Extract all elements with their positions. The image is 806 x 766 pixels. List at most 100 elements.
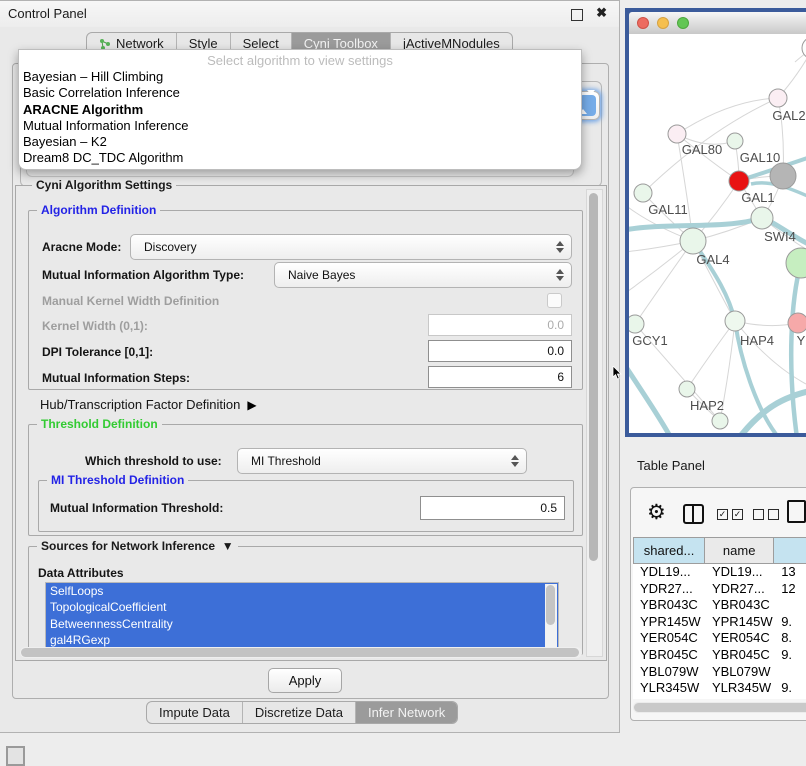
data-attributes-list[interactable]: SelfLoopsTopologicalCoefficientBetweenne… [45,582,559,650]
table-row[interactable]: YLR345WYLR345W9. [633,680,806,697]
network-node[interactable] [629,315,644,333]
network-node[interactable] [712,413,728,429]
dropdown-item[interactable]: Mutual Information Inference [19,118,581,134]
table-row[interactable]: YPR145WYPR145W9. [633,614,806,631]
dropdown-item[interactable]: Bayesian – K2 [19,134,581,150]
table-column-header[interactable]: shared... [633,537,705,564]
network-graph[interactable]: GAL2GAL80GAL10GAL1GAL11SWI4GAL4GCY1HAP4Y… [629,34,806,433]
expanded-arrow-icon[interactable]: ▼ [218,539,233,553]
dropdown-item[interactable]: Dream8 DC_TDC Algorithm [19,150,581,166]
sources-title[interactable]: Sources for Network Inference ▼ [37,539,238,553]
tab-label: Infer Network [368,705,445,720]
network-edge[interactable] [629,364,671,433]
attributes-list-scrollbar[interactable] [545,584,557,648]
mi-steps-field[interactable]: 6 [428,366,572,388]
attribute-list-item[interactable]: gal4RGexp [46,632,558,648]
close-icon[interactable]: ✖ [596,6,607,20]
dpi-tolerance-field[interactable]: 0.0 [428,340,572,362]
network-edge[interactable] [635,241,693,324]
table-panel: ⚙ ✓✓ shared...name YDL19...YDL19...13YDR… [630,487,806,721]
document-icon[interactable] [787,500,806,523]
table-horizontal-scrollbar[interactable] [633,702,806,713]
network-node[interactable] [679,381,695,397]
dropdown-item[interactable]: Basic Correlation Inference [19,85,581,101]
network-node[interactable] [725,311,745,331]
table-cell: 9. [774,647,806,664]
network-node[interactable] [634,184,652,202]
table-row[interactable]: YBR043CYBR043C [633,597,806,614]
mi-steps-label: Mutual Information Steps: [42,371,190,385]
table-panel-title: Table Panel [637,458,705,473]
cyni-bottom-tabs: Impute Data Discretize Data Infer Network [146,701,458,724]
deselect-all-checkboxes-icon[interactable] [753,509,779,520]
settings-vertical-scrollbar[interactable] [586,189,603,657]
table-column-header[interactable] [774,537,806,564]
manual-kernel-width-checkbox[interactable] [547,293,562,308]
tab-label: Discretize Data [255,705,343,720]
kernel-width-label: Kernel Width (0,1): [42,319,148,333]
collapsed-arrow-icon[interactable]: ▶ [244,398,257,412]
control-panel-window: Control Panel ✖ NetworkStyleSelectCyni T… [0,0,620,733]
network-node[interactable] [788,313,806,333]
network-node-label: HAP2 [690,398,724,413]
close-traffic-light-icon[interactable] [637,17,649,29]
table-column-header[interactable]: name [705,537,774,564]
network-node[interactable] [668,125,686,143]
network-node[interactable] [727,133,743,149]
network-node[interactable] [729,171,749,191]
network-node[interactable] [751,207,773,229]
which-threshold-combobox[interactable]: MI Threshold [237,448,527,474]
table-row[interactable]: YDL19...YDL19...13 [633,564,806,581]
tab-impute-data[interactable]: Impute Data [147,702,243,723]
table-row[interactable]: YER054CYER054C8. [633,630,806,647]
dropdown-item[interactable]: ARACNE Algorithm [19,102,581,118]
combo-arrows-icon [511,455,519,467]
hub-definition-label[interactable]: Hub/Transcription Factor Definition ▶ [40,397,257,412]
attribute-list-item[interactable]: BetweennessCentrality [46,616,558,632]
tab-infer-network[interactable]: Infer Network [356,702,457,723]
table-cell: YDR27... [633,581,705,598]
table-cell: YBL079W [633,664,705,681]
network-node[interactable] [769,89,787,107]
attribute-list-item[interactable]: TopologicalCoefficient [46,599,558,615]
mi-threshold-definition-title: MI Threshold Definition [47,473,188,487]
network-canvas[interactable]: GAL2GAL80GAL10GAL1GAL11SWI4GAL4GCY1HAP4Y… [629,34,806,433]
settings-horizontal-scrollbar[interactable] [20,647,582,658]
tab-discretize-data[interactable]: Discretize Data [243,702,356,723]
network-edge[interactable] [687,321,735,389]
aracne-mode-combobox[interactable]: Discovery [130,234,572,260]
minimize-traffic-light-icon[interactable] [657,17,669,29]
gear-icon[interactable]: ⚙ [647,500,666,525]
network-node[interactable] [680,228,706,254]
kernel-width-field[interactable]: 0.0 [428,314,572,336]
scrollbar-thumb[interactable] [21,648,579,657]
data-attributes-label: Data Attributes [38,566,124,580]
collapsed-panel-icon[interactable] [6,746,25,766]
scrollbar-thumb[interactable] [634,703,806,712]
table-row[interactable]: YIL052CYIL052C9. [633,697,806,699]
mi-algorithm-type-combobox[interactable]: Naive Bayes [274,262,572,288]
dropdown-item[interactable]: Bayesian – Hill Climbing [19,69,581,85]
split-columns-icon[interactable] [683,504,704,524]
network-node-label: GAL4 [696,252,729,267]
network-node-label: GAL2 [772,108,805,123]
float-window-icon[interactable] [571,9,583,21]
select-all-checkboxes-icon[interactable]: ✓✓ [717,509,743,520]
table-row[interactable]: YBR045CYBR045C9. [633,647,806,664]
table-row[interactable]: YDR27...YDR27...12 [633,581,806,598]
mi-threshold-field[interactable]: 0.5 [420,496,565,520]
scrollbar-thumb[interactable] [589,193,598,561]
attribute-list-item[interactable]: SelfLoops [46,583,558,599]
network-edge[interactable] [677,98,778,134]
zoom-traffic-light-icon[interactable] [677,17,689,29]
network-edge[interactable] [791,263,801,433]
table-row[interactable]: YBL079WYBL079W [633,664,806,681]
apply-button[interactable]: Apply [268,668,342,693]
network-node[interactable] [786,248,806,278]
algorithm-definition-title: Algorithm Definition [37,203,160,217]
cyni-algorithm-settings-panel: Cyni Algorithm Settings Algorithm Defini… [15,185,607,661]
network-node[interactable] [770,163,796,189]
table-cell: YBR043C [633,597,705,614]
network-window-titlebar[interactable] [629,12,806,34]
table-cell: 9. [774,680,806,697]
